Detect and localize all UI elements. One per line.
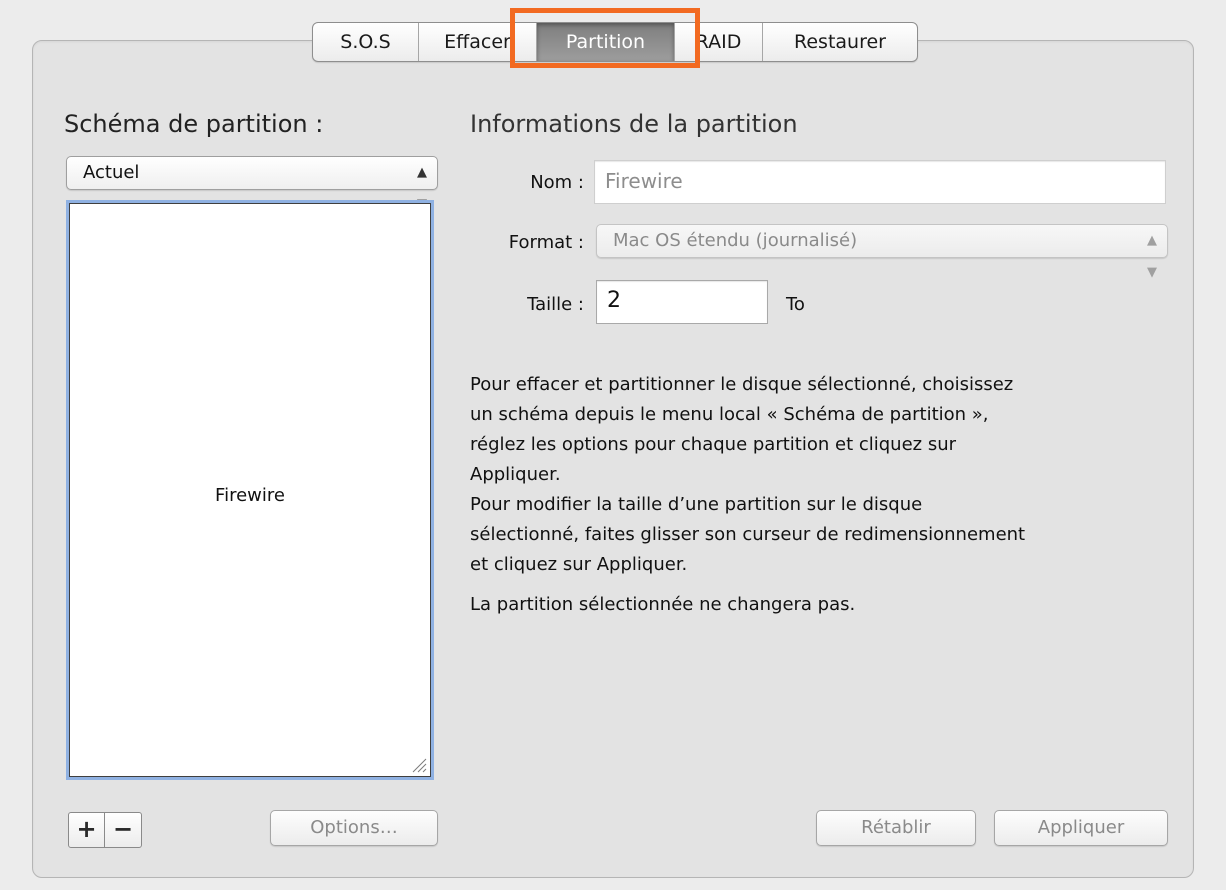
updown-arrows-icon: ▲▼ <box>1147 233 1157 280</box>
status-text: La partition sélectionnée ne changera pa… <box>470 594 856 615</box>
remove-partition-button[interactable]: − <box>105 813 141 847</box>
name-label: Nom : <box>530 172 584 193</box>
tab-bar: S.O.S Effacer Partition RAID Restaurer <box>312 22 918 62</box>
name-field[interactable]: Firewire <box>594 160 1166 204</box>
options-button[interactable]: Options… <box>270 810 438 846</box>
help-text: Pour effacer et partitionner le disque s… <box>470 374 1026 575</box>
tab-effacer[interactable]: Effacer <box>419 23 537 61</box>
info-title: Informations de la partition <box>470 110 798 138</box>
scheme-select-value: Actuel <box>83 162 140 183</box>
revert-button[interactable]: Rétablir <box>816 810 976 846</box>
size-field[interactable]: 2 <box>596 280 768 324</box>
scheme-select[interactable]: Actuel ▲▼ <box>66 156 438 212</box>
format-select-value: Mac OS étendu (journalisé) <box>613 230 858 251</box>
tab-partition[interactable]: Partition <box>537 23 675 61</box>
partition-label: Firewire <box>215 485 285 506</box>
format-select[interactable]: Mac OS étendu (journalisé) ▲ ▼ <box>596 224 1168 280</box>
resize-grip-icon[interactable] <box>411 757 427 773</box>
size-unit: To <box>786 294 805 315</box>
tab-sos[interactable]: S.O.S <box>313 23 419 61</box>
apply-button[interactable]: Appliquer <box>994 810 1168 846</box>
add-remove-control: + − <box>68 812 142 848</box>
scheme-title: Schéma de partition : <box>64 110 324 138</box>
tab-raid[interactable]: RAID <box>675 23 763 61</box>
tab-restaurer[interactable]: Restaurer <box>763 23 917 61</box>
partition-map[interactable]: Firewire <box>66 200 434 780</box>
format-label: Format : <box>508 232 584 253</box>
size-label: Taille : <box>527 294 584 315</box>
add-partition-button[interactable]: + <box>69 813 105 847</box>
